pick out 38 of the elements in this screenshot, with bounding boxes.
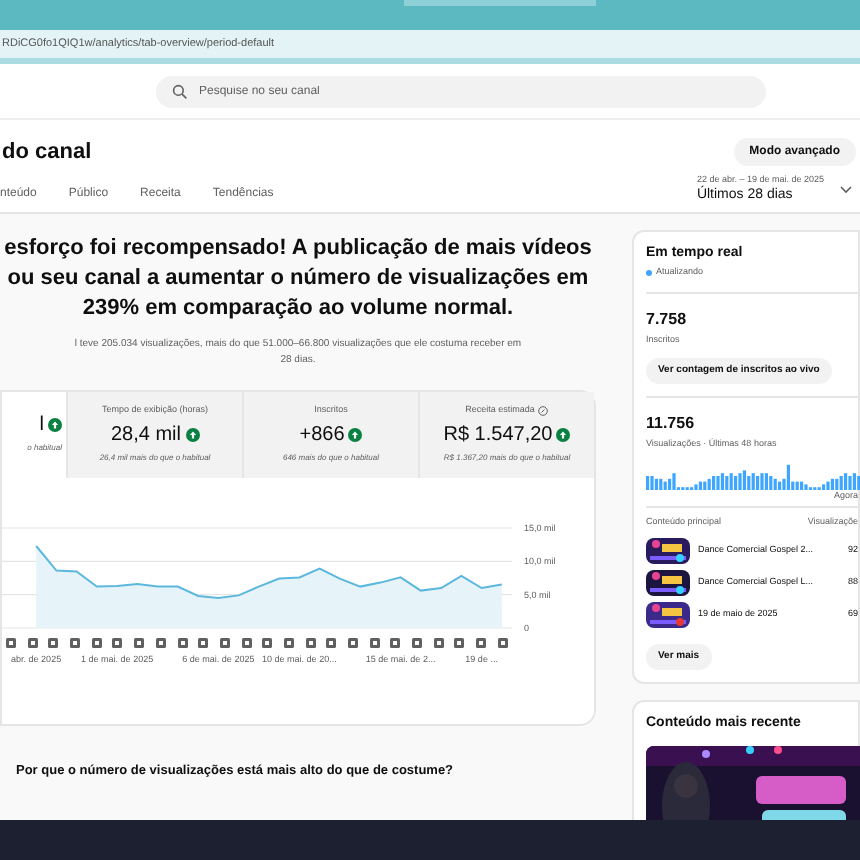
video-marker-icon[interactable] <box>219 637 230 648</box>
page-title: do canal <box>2 138 92 168</box>
video-marker-icon[interactable] <box>262 637 273 648</box>
video-marker-icon[interactable] <box>433 637 444 648</box>
metric-value: l <box>39 414 44 437</box>
metric-value: 28,4 mil <box>110 424 181 447</box>
video-marker-icon[interactable] <box>70 637 81 648</box>
search-icon <box>171 83 187 99</box>
subscriber-count: 7.758 <box>646 308 687 332</box>
video-marker-icon[interactable] <box>326 637 337 648</box>
video-marker-icon[interactable] <box>283 637 294 648</box>
video-marker-icon[interactable] <box>134 637 145 648</box>
trend-up-icon <box>185 428 199 443</box>
video-marker-icon[interactable] <box>112 637 123 648</box>
metric-value: R$ 1.547,20 <box>443 424 553 447</box>
video-marker-icon[interactable] <box>27 637 38 648</box>
video-marker-icon[interactable] <box>48 637 59 648</box>
trend-up-icon <box>348 428 363 443</box>
video-marker-icon[interactable] <box>476 637 487 648</box>
chevron-down-icon[interactable] <box>840 186 852 195</box>
video-marker-icon[interactable] <box>497 637 508 648</box>
video-marker-icon[interactable] <box>241 637 252 648</box>
video-marker-icon[interactable] <box>412 637 423 648</box>
video-marker-icon[interactable] <box>91 637 102 648</box>
video-marker-icon[interactable] <box>6 637 16 648</box>
headline: esforço foi recompensado! A publicação de mais vídeos ou seu canal a aumentar o número de visualizações em 239% em comparação ao volume normal. <box>2 233 594 324</box>
video-marker-icon[interactable] <box>348 637 358 648</box>
video-marker-icon[interactable] <box>177 637 187 648</box>
view-count: 11.756 <box>646 411 695 436</box>
video-marker-icon[interactable] <box>155 637 166 648</box>
metric-value: +866 <box>299 424 345 447</box>
video-marker-icon[interactable] <box>390 637 401 648</box>
video-marker-icon[interactable] <box>369 637 380 648</box>
video-marker-icon[interactable] <box>305 637 316 648</box>
trend-up-icon <box>556 428 571 443</box>
video-marker-icon[interactable] <box>454 637 465 648</box>
video-marker-icon[interactable] <box>198 637 209 648</box>
trend-up-icon <box>48 418 62 433</box>
